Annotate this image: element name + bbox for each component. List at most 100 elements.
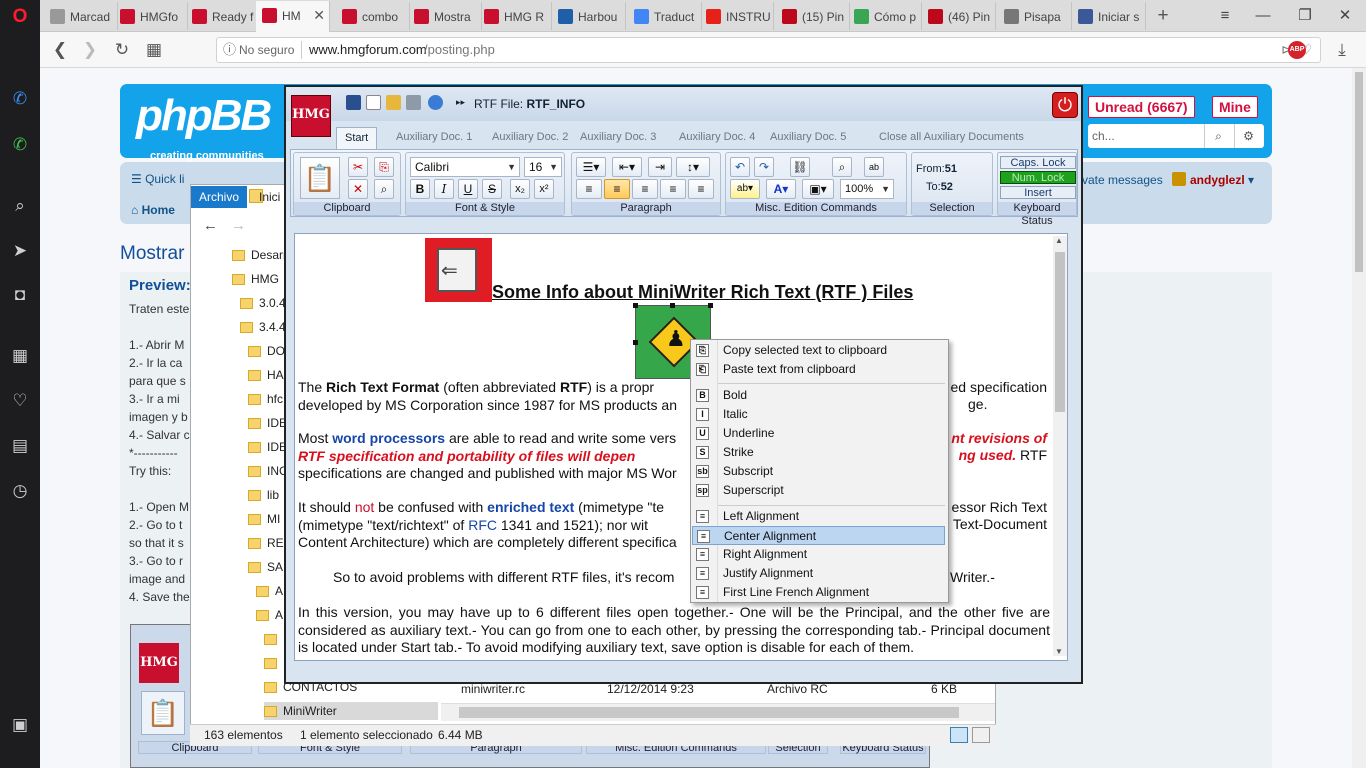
private-messages-link[interactable]: vate messages (1082, 173, 1163, 187)
zoom-select[interactable]: 100% ▼ (840, 179, 894, 199)
forum-search-input[interactable]: ch... ⌕ ⚙ (1088, 124, 1264, 148)
tree-folder-item[interactable]: lib (248, 488, 279, 502)
close-tab-icon[interactable]: ✕ (313, 1, 325, 29)
browser-tab[interactable]: INSTRU (700, 2, 774, 30)
browser-tab[interactable]: (15) Pin (776, 2, 850, 30)
document-scrollbar[interactable]: ▲ ▼ (1053, 236, 1067, 656)
history-icon[interactable]: ◷ (9, 480, 31, 502)
send-icon[interactable]: ➤ (9, 240, 31, 262)
browser-tab[interactable]: Marcad (44, 2, 118, 30)
heart-icon[interactable]: ♡ (9, 390, 31, 412)
open-folder-icon[interactable] (386, 95, 401, 110)
tree-folder-item[interactable]: 3.4.4 (240, 320, 286, 334)
doc-tab[interactable]: Auxiliary Doc. 5 (770, 131, 846, 149)
help-icon[interactable] (428, 95, 443, 110)
tree-folder-item[interactable] (264, 632, 283, 646)
replace-button[interactable]: ab (864, 157, 884, 177)
tree-folder-item[interactable]: IDE (248, 416, 287, 430)
sidebar-toggle-icon[interactable]: ▣ (9, 714, 31, 736)
tree-folder-item[interactable]: HMG (232, 272, 279, 286)
tree-folder-item[interactable] (264, 656, 283, 670)
tree-folder-item[interactable]: IDE (248, 440, 287, 454)
copy-button[interactable]: ⎘ (374, 157, 394, 177)
tree-folder-item[interactable]: Desarr (232, 248, 287, 262)
tabs-grid-icon[interactable]: ▦ (142, 38, 166, 62)
cut-button[interactable]: ✂ (348, 157, 368, 177)
tree-folder-item[interactable]: A (256, 608, 283, 622)
download-icon[interactable]: ⤓ (1330, 38, 1354, 62)
restore-button[interactable]: ❐ (1290, 4, 1320, 28)
username-menu[interactable]: andyglezl ▾ (1190, 173, 1254, 187)
doc-tab[interactable]: Auxiliary Doc. 1 (396, 131, 472, 149)
search-icon[interactable]: ⌕ (1204, 124, 1232, 148)
rtf-document-editor[interactable]: ⇐ Some Info about MiniWriter Rich Text (… (294, 233, 1068, 661)
tree-folder-item[interactable]: HA (248, 368, 284, 382)
browser-tab[interactable]: HM ✕ (256, 1, 330, 32)
bullets-button[interactable]: ☰▾ (576, 157, 606, 177)
font-size-select[interactable]: 16 ▼ (524, 157, 562, 177)
window-close-button[interactable]: ✕ (1330, 4, 1360, 28)
doc-tab[interactable]: Auxiliary Doc. 4 (679, 131, 755, 149)
redo-button[interactable]: ↷ (754, 157, 774, 177)
context-menu-item[interactable]: S Strike (692, 443, 945, 462)
reload-button[interactable]: ↻ (110, 38, 134, 62)
font-name-select[interactable]: Calibri ▼ (410, 157, 520, 177)
context-menu-item[interactable]: B Bold (692, 386, 945, 405)
tree-folder-item[interactable]: SAI (248, 560, 286, 574)
browser-tab[interactable]: Traduct (628, 2, 702, 30)
quick-links[interactable]: ☰ Quick li (131, 172, 184, 186)
opera-logo-icon[interactable]: O (9, 6, 31, 28)
home-link[interactable]: ⌂ Home (131, 203, 175, 217)
tree-folder-item[interactable]: 3.0.4 (240, 296, 286, 310)
browser-tab[interactable]: Iniciar s (1072, 2, 1146, 30)
tree-folder-item[interactable]: hfc (248, 392, 283, 406)
explorer-file-tab[interactable]: Archivo (191, 186, 247, 208)
new-file-icon[interactable] (366, 95, 381, 110)
tree-folder-item[interactable]: DO (248, 344, 285, 358)
new-tab-button[interactable]: + (1152, 4, 1174, 28)
browser-tab[interactable]: combo (336, 2, 410, 30)
browser-tab[interactable]: (46) Pin (922, 2, 996, 30)
paste-big-button[interactable]: 📋 (300, 157, 340, 199)
link-button[interactable]: ⛓ (790, 157, 810, 177)
context-menu-item[interactable]: ≡ Justify Alignment (692, 564, 945, 583)
context-menu-item[interactable]: ⎘ Copy selected text to clipboard (692, 341, 945, 360)
browser-tab[interactable]: Pisapa (998, 2, 1072, 30)
tiles-view-icon[interactable] (972, 727, 990, 743)
explorer-back-button[interactable]: ← (203, 217, 218, 234)
minimize-button[interactable]: — (1248, 4, 1278, 28)
insert-image-button[interactable]: ▣▾ (802, 179, 834, 199)
align-center-button[interactable]: ≡ (604, 179, 630, 199)
doc-tab[interactable]: Auxiliary Doc. 3 (580, 131, 656, 149)
messenger-icon[interactable]: ✆ (9, 88, 31, 110)
mine-button[interactable]: Mine (1212, 96, 1258, 118)
context-menu-item[interactable]: I Italic (692, 405, 945, 424)
context-menu-item[interactable]: ⎗ Paste text from clipboard (692, 360, 945, 379)
browser-tab[interactable]: HMG R (478, 2, 552, 30)
browser-tab[interactable]: Cómo p (848, 2, 922, 30)
camera-icon[interactable]: ◘ (9, 284, 31, 306)
find-button[interactable]: ⌕ (374, 179, 394, 199)
tree-folder-item[interactable]: MI (248, 512, 280, 526)
undo-button[interactable]: ↶ (730, 157, 750, 177)
power-close-button[interactable]: ⏻ (1052, 92, 1078, 118)
outdent-button[interactable]: ⇤▾ (612, 157, 642, 177)
close-aux-docs-tab[interactable]: Close all Auxiliary Documents (879, 131, 1024, 149)
browser-tab[interactable]: Harbou (552, 2, 626, 30)
search-icon[interactable]: ⌕ (9, 195, 31, 217)
horizontal-scrollbar[interactable] (441, 703, 995, 721)
italic-button[interactable]: I (434, 179, 454, 199)
phpbb-logo[interactable]: phpBB creating communities (136, 94, 276, 163)
doc-tab[interactable]: Auxiliary Doc. 2 (492, 131, 568, 149)
tree-folder-item[interactable]: A (256, 584, 283, 598)
explorer-forward-button[interactable]: → (231, 217, 246, 234)
context-menu-item[interactable]: sb Subscript (692, 462, 945, 481)
browser-tab[interactable]: Ready f (186, 2, 260, 30)
align-right-button[interactable]: ≡ (632, 179, 658, 199)
subscript-button[interactable]: x₂ (510, 179, 530, 199)
align-justify-button[interactable]: ≡ (660, 179, 686, 199)
context-menu-item[interactable]: U Underline (692, 424, 945, 443)
speed-dial-icon[interactable]: ▦ (9, 345, 31, 367)
tree-folder-item[interactable]: INC (248, 464, 288, 478)
forward-button[interactable]: ❯ (78, 38, 102, 62)
